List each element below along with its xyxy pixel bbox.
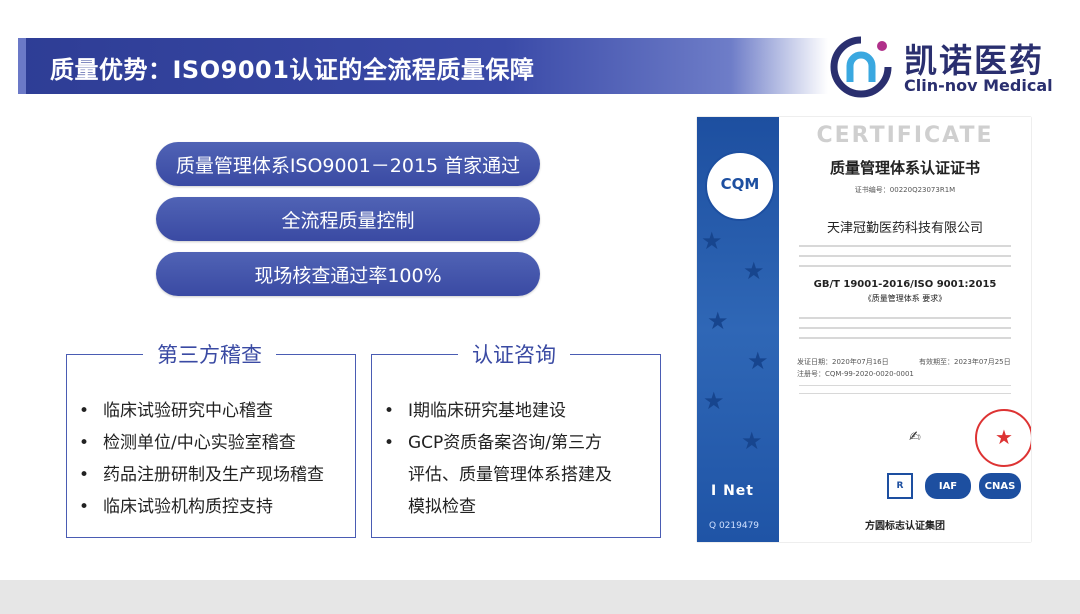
list-item-continuation: 模拟检查 — [408, 497, 476, 517]
pill-iso9001: 质量管理体系ISO9001－2015 首家通过 — [156, 142, 540, 186]
certificate-title: 质量管理体系认证证书 — [829, 159, 980, 177]
inet-mark: I Net — [711, 483, 754, 499]
logo-english-name: Clin-nov Medical — [904, 76, 1053, 95]
bottom-strip — [0, 580, 1080, 614]
cqm-badge-text: CQM — [720, 175, 760, 193]
certification-group-name: 方圆标志认证集团 — [865, 521, 945, 532]
certificate-serial: Q 0219479 — [709, 521, 760, 531]
consulting-box: 认证咨询 I期临床研究基地建设 GCP资质备案咨询/第三方 评估、质量管理体系搭… — [371, 339, 661, 538]
certificate-standard-sub: 《质量管理体系 要求》 — [863, 294, 947, 303]
company-logo: 凯诺医药 Clin-nov Medical — [828, 34, 1053, 100]
text-line — [799, 327, 1011, 329]
signature-icon: ✍ — [909, 429, 921, 445]
text-line — [799, 265, 1011, 267]
text-line — [799, 385, 1011, 386]
list-item: 检测单位/中心实验室稽查 — [79, 427, 324, 459]
certificate-blue-band: ★ ★ ★ ★ ★ ★ CQM I Net Q 0219479 — [697, 117, 779, 542]
text-line — [799, 337, 1011, 339]
slide: 质量优势：ISO9001认证的全流程质量保障 凯诺医药 Clin-nov Med… — [0, 0, 1080, 614]
star-icon: ★ — [703, 387, 725, 415]
list-item: 临床试验机构质控支持 — [79, 491, 324, 523]
cqm-badge-icon: CQM — [705, 151, 775, 221]
iso-certificate-image: ★ ★ ★ ★ ★ ★ CQM I Net Q 0219479 CERTIFIC… — [697, 117, 1031, 542]
star-icon: ★ — [707, 307, 729, 335]
third-party-audit-title: 第三方稽查 — [143, 339, 276, 369]
cqm-mark-icon: R — [887, 473, 913, 499]
pill-pass-rate: 现场核查通过率100% — [156, 252, 540, 296]
star-icon: ★ — [743, 257, 765, 285]
consulting-title: 认证咨询 — [458, 339, 570, 369]
red-seal-icon: ★ — [975, 409, 1031, 467]
star-icon: ★ — [747, 347, 769, 375]
certificate-standard: GB/T 19001-2016/ISO 9001:2015 — [813, 279, 997, 290]
cnas-mark-icon: CNAS — [979, 473, 1021, 499]
iaf-mark-icon: IAF — [925, 473, 971, 499]
text-line — [799, 245, 1011, 247]
certificate-number: 证书编号：00220Q23073R1M — [854, 186, 956, 194]
text-line — [799, 317, 1011, 319]
text-line — [799, 393, 1011, 394]
logo-chinese-name: 凯诺医药 — [904, 41, 1044, 80]
certificate-company: 天津冠勤医药科技有限公司 — [826, 221, 983, 236]
third-party-audit-box: 第三方稽查 临床试验研究中心稽查 检测单位/中心实验室稽查 药品注册研制及生产现… — [66, 339, 356, 538]
list-item-continuation: 评估、质量管理体系搭建及 — [408, 465, 612, 485]
logo-mark-icon — [830, 36, 892, 98]
list-item: I期临床研究基地建设 — [384, 395, 612, 427]
pill-quality-control: 全流程质量控制 — [156, 197, 540, 241]
text-line — [799, 255, 1011, 257]
title-bar: 质量优势：ISO9001认证的全流程质量保障 — [18, 38, 828, 94]
star-icon: ★ — [701, 227, 723, 255]
certificate-heading: CERTIFICATE — [816, 123, 994, 148]
list-item: 临床试验研究中心稽查 — [79, 395, 324, 427]
star-icon: ★ — [741, 427, 763, 455]
issue-date: 发证日期：2020年07月16日 — [797, 358, 889, 366]
registration-number: 注册号：CQM-99-2020-0020-0001 — [797, 370, 914, 378]
certificate-body: CERTIFICATE 质量管理体系认证证书 证书编号：00220Q23073R… — [779, 117, 1031, 542]
slide-title: 质量优势：ISO9001认证的全流程质量保障 — [50, 56, 535, 84]
valid-to-date: 有效期至：2023年07月25日 — [919, 358, 1011, 366]
title-accent — [18, 38, 26, 94]
list-item: GCP资质备案咨询/第三方 — [384, 427, 612, 459]
list-item: 药品注册研制及生产现场稽查 — [79, 459, 324, 491]
